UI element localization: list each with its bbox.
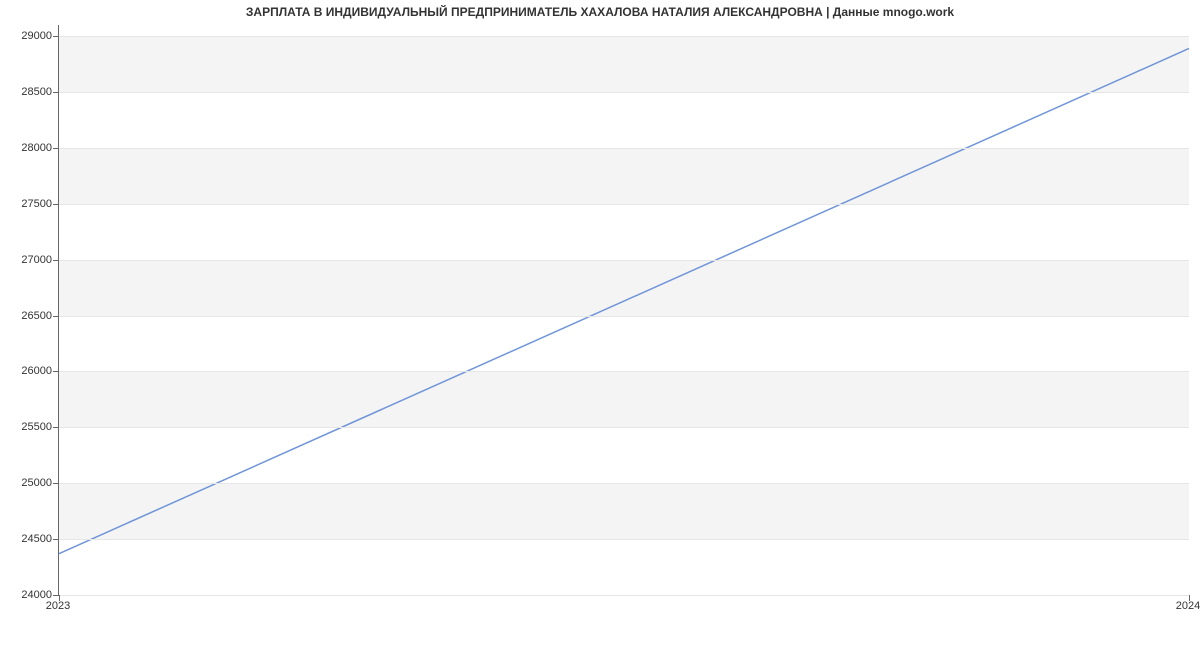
y-tick-label: 28500 — [21, 86, 52, 98]
y-tick — [53, 316, 59, 317]
y-gridline — [59, 371, 1189, 372]
x-tick-label: 2024 — [1176, 600, 1200, 612]
y-tick — [53, 148, 59, 149]
y-tick-label: 29000 — [21, 30, 52, 42]
y-gridline — [59, 204, 1189, 205]
y-gridline — [59, 36, 1189, 37]
y-tick-label: 25000 — [21, 477, 52, 489]
x-tick-label: 2023 — [46, 600, 70, 612]
y-tick — [53, 483, 59, 484]
y-tick-label: 27000 — [21, 254, 52, 266]
y-gridline — [59, 427, 1189, 428]
y-tick — [53, 539, 59, 540]
chart-container: ЗАРПЛАТА В ИНДИВИДУАЛЬНЫЙ ПРЕДПРИНИМАТЕЛ… — [0, 0, 1200, 630]
y-tick-label: 25500 — [21, 421, 52, 433]
y-tick-label: 27500 — [21, 198, 52, 210]
y-tick — [53, 371, 59, 372]
y-tick-label: 28000 — [21, 142, 52, 154]
y-gridline — [59, 148, 1189, 149]
y-gridline — [59, 539, 1189, 540]
y-gridline — [59, 595, 1189, 596]
y-tick — [53, 92, 59, 93]
y-tick-label: 24500 — [21, 533, 52, 545]
y-gridline — [59, 316, 1189, 317]
y-gridline — [59, 92, 1189, 93]
plot-area — [58, 25, 1189, 596]
data-line — [59, 25, 1189, 595]
series-line — [59, 48, 1189, 553]
y-tick-label: 26000 — [21, 365, 52, 377]
y-tick — [53, 260, 59, 261]
y-tick — [53, 427, 59, 428]
y-tick-label: 26500 — [21, 310, 52, 322]
y-tick — [53, 204, 59, 205]
chart-title: ЗАРПЛАТА В ИНДИВИДУАЛЬНЫЙ ПРЕДПРИНИМАТЕЛ… — [0, 5, 1200, 19]
y-gridline — [59, 483, 1189, 484]
y-tick — [53, 36, 59, 37]
y-gridline — [59, 260, 1189, 261]
